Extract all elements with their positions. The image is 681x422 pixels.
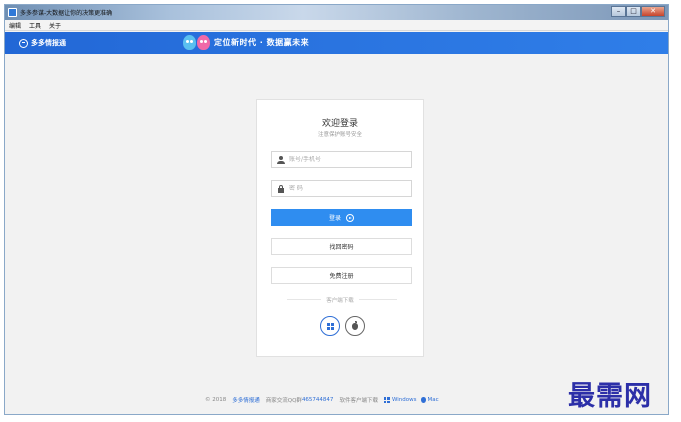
footer-download-label: 软件客户端下载 bbox=[339, 398, 378, 404]
brand-logo[interactable]: 多多情报通 bbox=[19, 38, 66, 48]
username-input[interactable] bbox=[289, 156, 399, 163]
arrow-circle-icon bbox=[346, 213, 354, 222]
windows-icon bbox=[326, 322, 334, 330]
brand-name: 多多情报通 bbox=[31, 39, 66, 47]
menu-bar: 编辑 工具 关于 bbox=[5, 20, 668, 31]
menu-about[interactable]: 关于 bbox=[49, 21, 61, 30]
password-field[interactable] bbox=[271, 180, 412, 197]
footer-qq-number[interactable]: 465744847 bbox=[302, 397, 334, 403]
mac-download-button[interactable] bbox=[345, 316, 365, 336]
window-controls: – □ ✕ bbox=[611, 6, 665, 17]
window-title: 多多参谋-大数据让你的决策更准确 bbox=[20, 10, 113, 17]
footer-copyright: © 2018 bbox=[205, 397, 227, 403]
title-bar[interactable]: 多多参谋-大数据让你的决策更准确 – □ ✕ bbox=[5, 5, 668, 20]
login-subtitle: 注意保护账号安全 bbox=[317, 132, 362, 138]
slogan-text: 定位新时代 · 数据赢未来 bbox=[214, 38, 310, 47]
minimize-button[interactable]: – bbox=[611, 6, 626, 17]
app-icon bbox=[8, 8, 17, 17]
footer-windows-icon bbox=[383, 397, 390, 403]
find-password-button[interactable]: 找回密码 bbox=[271, 238, 412, 255]
app-window: 多多参谋-大数据让你的决策更准确 – □ ✕ 编辑 工具 关于 多多情报通 定位… bbox=[4, 4, 669, 415]
lock-icon bbox=[277, 184, 285, 193]
menu-edit[interactable]: 编辑 bbox=[9, 21, 21, 30]
download-label-wrap: 客户端下载 bbox=[257, 296, 423, 304]
login-title: 欢迎登录 bbox=[321, 119, 358, 129]
user-icon bbox=[277, 155, 285, 164]
footer: © 2018 多多情报通 商家交流QQ群 465744847 软件客户端下载 W… bbox=[205, 396, 439, 404]
maximize-button[interactable]: □ bbox=[626, 6, 641, 17]
login-card: 欢迎登录 注意保护账号安全 登录 找回密码 免费注册 客户端下载 bbox=[256, 99, 424, 357]
footer-windows-link[interactable]: Windows bbox=[392, 397, 417, 403]
login-button-label: 登录 bbox=[328, 215, 341, 222]
watermark-text: 最需网 bbox=[568, 381, 652, 412]
password-input[interactable] bbox=[289, 185, 399, 192]
login-button[interactable]: 登录 bbox=[271, 209, 412, 226]
footer-brand-link[interactable]: 多多情报通 bbox=[232, 396, 260, 404]
footer-apple-icon bbox=[420, 397, 426, 403]
app-header: 多多情报通 定位新时代 · 数据赢未来 bbox=[5, 32, 668, 54]
windows-download-button[interactable] bbox=[320, 316, 340, 336]
header-slogan: 定位新时代 · 数据赢未来 bbox=[183, 35, 309, 50]
download-label: 客户端下载 bbox=[321, 298, 359, 304]
footer-qq-label: 商家交流QQ群 bbox=[265, 398, 302, 404]
mascot-pink-icon bbox=[197, 35, 210, 50]
apple-icon bbox=[352, 320, 358, 330]
footer-mac-link[interactable]: Mac bbox=[428, 397, 439, 403]
mascot-blue-icon bbox=[183, 35, 196, 50]
username-field[interactable] bbox=[271, 151, 412, 168]
close-button[interactable]: ✕ bbox=[641, 6, 665, 17]
menu-tools[interactable]: 工具 bbox=[29, 21, 41, 30]
brand-icon bbox=[19, 38, 28, 48]
register-button[interactable]: 免费注册 bbox=[271, 267, 412, 284]
